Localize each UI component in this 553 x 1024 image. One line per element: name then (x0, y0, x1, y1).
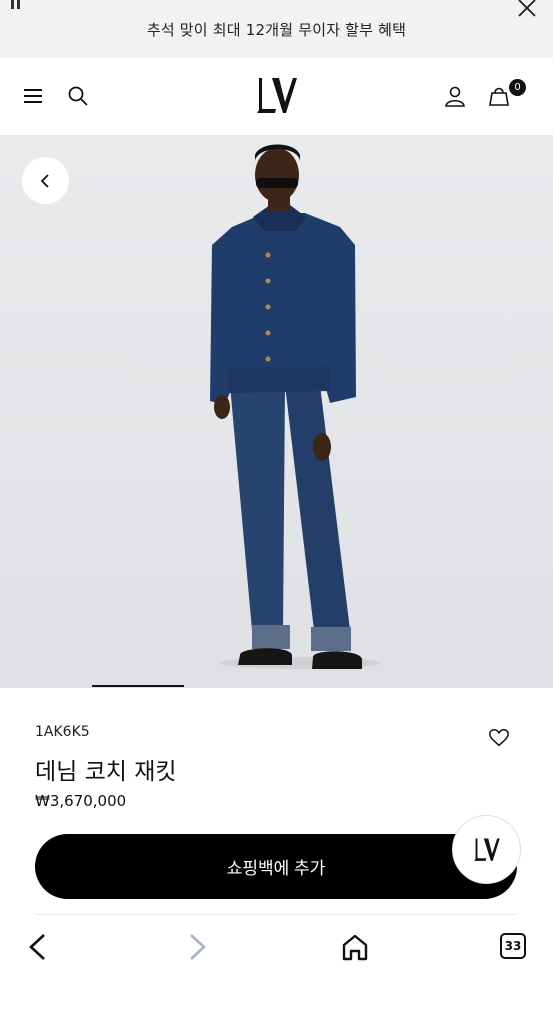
product-price: ₩3,670,000 (35, 792, 127, 810)
browser-back-icon[interactable] (24, 932, 54, 962)
search-icon[interactable] (66, 84, 90, 108)
heart-icon[interactable] (488, 727, 510, 749)
close-icon[interactable] (515, 0, 539, 24)
tabs-count-button[interactable]: 33 (500, 933, 526, 959)
product-reference: 1AK6K5 (35, 724, 90, 740)
model-photo (210, 144, 380, 669)
promo-banner[interactable]: 추석 맞이 최대 12개월 무이자 할부 혜택 (0, 0, 553, 58)
product-name: 데님 코치 재킷 (35, 759, 177, 785)
brand-logo-icon (473, 838, 500, 861)
product-image[interactable] (0, 135, 553, 688)
home-icon[interactable] (340, 932, 370, 962)
menu-icon[interactable] (22, 84, 46, 108)
promo-text: 추석 맞이 최대 12개월 무이자 할부 혜택 (146, 20, 407, 39)
cart-count-badge: 0 (509, 79, 526, 96)
carousel-indicator[interactable] (92, 685, 184, 687)
shopping-bag-icon[interactable] (487, 84, 511, 108)
browser-toolbar: 33 (0, 915, 553, 1024)
image-back-button[interactable] (22, 157, 69, 204)
add-to-bag-button[interactable]: 쇼핑백에 추가 (35, 834, 517, 899)
pause-icon (10, 0, 22, 10)
chevron-left-icon (40, 173, 49, 188)
brand-logo[interactable] (255, 76, 299, 116)
browser-forward-icon[interactable] (181, 932, 211, 962)
site-header: 0 (0, 58, 553, 136)
account-icon[interactable] (443, 84, 467, 108)
brand-chat-button[interactable] (452, 815, 521, 884)
